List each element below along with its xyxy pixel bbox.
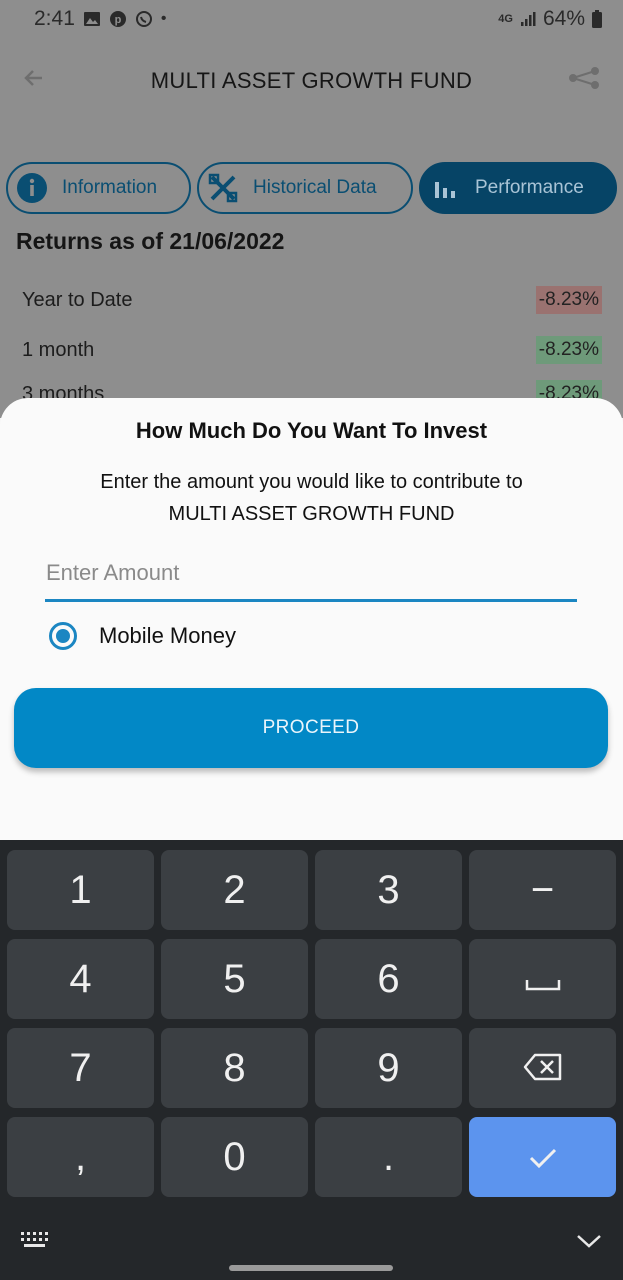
key-7[interactable]: 7: [7, 1028, 154, 1108]
amount-input[interactable]: [45, 546, 577, 602]
numeric-keyboard: 1 2 3 − 4 5 6 7 8 9 , 0 .: [0, 840, 623, 1280]
returns-row: Year to Date -8.23%: [22, 284, 602, 316]
sheet-description-line2: MULTI ASSET GROWTH FUND: [168, 503, 455, 525]
returns-row: 1 month -8.23%: [22, 334, 602, 366]
returns-row-value: -8.23%: [535, 336, 602, 364]
home-indicator[interactable]: [229, 1265, 393, 1271]
key-5[interactable]: 5: [161, 939, 308, 1019]
key-space[interactable]: [469, 939, 616, 1019]
share-icon[interactable]: [567, 66, 601, 90]
svg-text:p: p: [115, 14, 122, 26]
proceed-button[interactable]: PROCEED: [14, 688, 608, 768]
tools-icon: [207, 172, 239, 204]
key-3[interactable]: 3: [315, 850, 462, 930]
returns-row-label: Year to Date: [22, 288, 133, 311]
sheet-description-line1: Enter the amount you would like to contr…: [100, 471, 523, 493]
sheet-title: How Much Do You Want To Invest: [135, 418, 488, 443]
page-title: MULTI ASSET GROWTH FUND: [150, 68, 473, 93]
key-minus[interactable]: −: [469, 850, 616, 930]
key-comma[interactable]: ,: [7, 1117, 154, 1197]
tab-information-label: Information: [62, 177, 158, 198]
radio-selected-dot: [56, 629, 70, 643]
key-0[interactable]: 0: [161, 1117, 308, 1197]
payment-option-mobile-money[interactable]: Mobile Money: [49, 622, 236, 650]
battery-percent: 64%: [542, 7, 585, 30]
key-enter[interactable]: [469, 1117, 616, 1197]
returns-heading: Returns as of 21/06/2022: [16, 228, 285, 254]
tab-performance[interactable]: Performance: [419, 162, 617, 214]
battery-icon: [591, 10, 603, 28]
status-bar: 2:41 p • 4G 64%: [0, 0, 623, 38]
checkmark-icon: [528, 1135, 558, 1180]
whatsapp-icon: [135, 10, 153, 28]
tab-information[interactable]: Information: [6, 162, 191, 214]
tab-historical-data-label: Historical Data: [253, 177, 377, 198]
gallery-icon: [83, 10, 101, 28]
tab-bar: Information Historical Data Performance: [6, 162, 617, 214]
key-4[interactable]: 4: [7, 939, 154, 1019]
signal-icon: [519, 10, 537, 28]
tab-performance-label: Performance: [475, 177, 584, 198]
status-time: 2:41: [34, 7, 75, 30]
payment-option-label: Mobile Money: [99, 623, 236, 648]
key-1[interactable]: 1: [7, 850, 154, 930]
radio-button[interactable]: [49, 622, 77, 650]
key-backspace[interactable]: [469, 1028, 616, 1108]
fund-detail-page: MULTI ASSET GROWTH FUND Information Hist…: [0, 38, 623, 418]
bar-chart-icon: [429, 172, 461, 204]
invest-bottom-sheet: How Much Do You Want To Invest Enter the…: [0, 398, 623, 840]
returns-row-value: -8.23%: [535, 286, 602, 314]
key-period[interactable]: .: [315, 1117, 462, 1197]
key-6[interactable]: 6: [315, 939, 462, 1019]
key-2[interactable]: 2: [161, 850, 308, 930]
pinterest-icon: p: [109, 10, 127, 28]
key-9[interactable]: 9: [315, 1028, 462, 1108]
backspace-icon: [523, 1046, 563, 1091]
sheet-description: Enter the amount you would like to contr…: [40, 466, 583, 530]
hide-keyboard-chevron-icon[interactable]: [576, 1233, 602, 1254]
status-dot: •: [160, 10, 167, 27]
space-icon: [525, 957, 561, 1002]
returns-row-label: 1 month: [22, 338, 95, 361]
info-icon: [16, 172, 48, 204]
tab-historical-data[interactable]: Historical Data: [197, 162, 413, 214]
keyboard-switch-icon[interactable]: [20, 1231, 50, 1254]
key-8[interactable]: 8: [161, 1028, 308, 1108]
network-type: 4G: [498, 13, 513, 25]
